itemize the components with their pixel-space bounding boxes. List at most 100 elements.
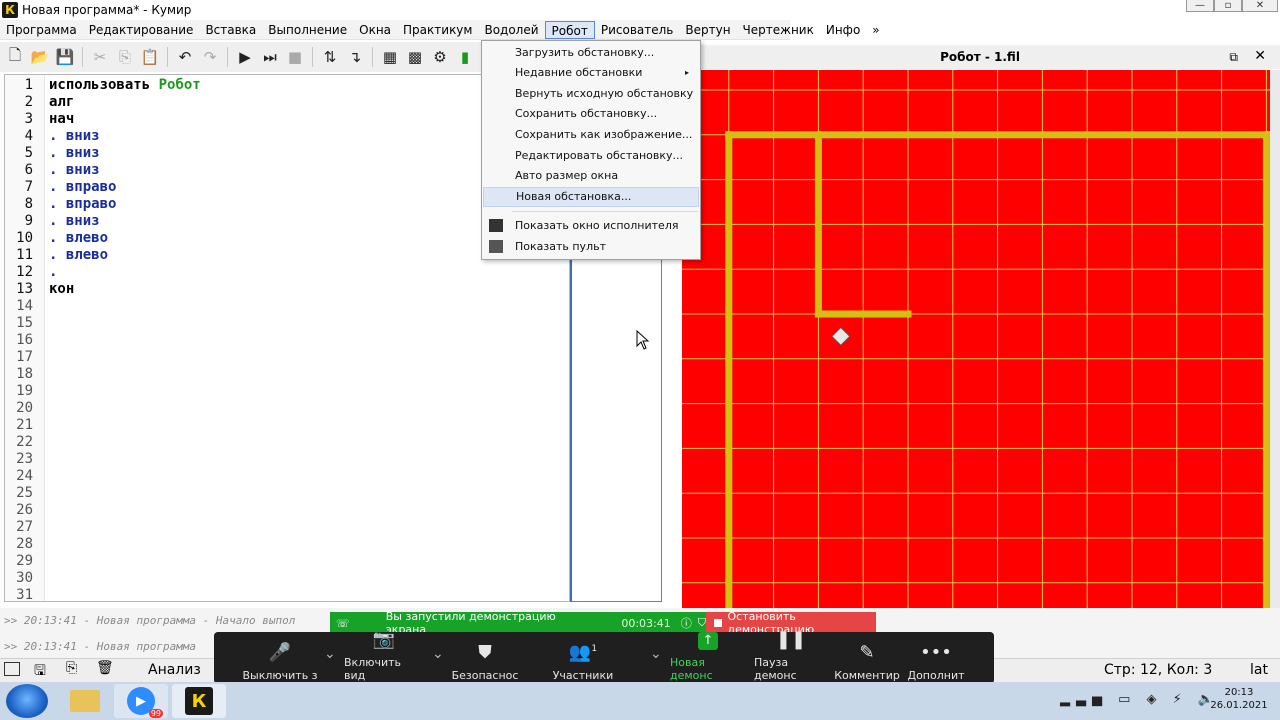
run-step-icon[interactable]: ⏭ [259, 46, 281, 68]
menu-edit[interactable]: Редактирование [83, 21, 200, 39]
run-icon[interactable]: ▶ [234, 46, 256, 68]
menu-save-image[interactable]: Сохранить как изображение... [483, 125, 699, 145]
shield-icon: ⛊ [478, 642, 492, 663]
chevron-up-icon[interactable]: ⌄ [324, 646, 336, 662]
robot-field-area[interactable] [682, 70, 1270, 642]
maximize-button[interactable]: ▫ [1214, 0, 1242, 12]
participants-icon: 👥1 [568, 642, 598, 663]
menu-save-environment[interactable]: Сохранить обстановку... [483, 104, 699, 124]
green-tool-icon[interactable]: ▮ [454, 46, 476, 68]
step-into-icon[interactable]: ↴ [344, 46, 366, 68]
system-tray[interactable]: ▂▃▅ ▭ ◈ ⚡ 🔈 [1060, 692, 1220, 707]
menu-windows[interactable]: Окна [353, 21, 397, 39]
grid-icon[interactable]: ▩ [404, 46, 426, 68]
new-file-icon[interactable]: 🗋 [4, 46, 26, 68]
annotate-button[interactable]: ✎ Комментир [834, 636, 900, 683]
menu-vodoley[interactable]: Водолей [478, 21, 544, 39]
line-number: 20 [16, 400, 33, 416]
menu-robot[interactable]: Робот [544, 20, 595, 39]
menu-edit-environment[interactable]: Редактировать обстановку... [483, 146, 699, 166]
line-number: 10 [16, 230, 33, 246]
menu-load-environment[interactable]: Загрузить обстановку... [483, 43, 699, 63]
participants-count: 1 [591, 644, 598, 654]
taskbar-zoom[interactable]: ▶ 99 [114, 684, 168, 718]
menu-recent-label: Недавние обстановки [515, 66, 643, 79]
close-icon[interactable]: ✕ [1254, 48, 1266, 64]
taskbar-explorer[interactable] [58, 684, 112, 718]
redo-icon[interactable]: ↷ [199, 46, 221, 68]
menu-restore-environment[interactable]: Вернуть исходную обстановку [483, 84, 699, 104]
menu-vertun[interactable]: Вертун [679, 21, 736, 39]
pause-share-label: Пауза демонс [754, 656, 797, 682]
menu-new-environment[interactable]: Новая обстановка... [483, 187, 699, 207]
mute-button[interactable]: 🎤 Выключить з [242, 636, 318, 683]
new-share-button[interactable]: ↑ Новая демонс [670, 632, 746, 682]
copy-icon[interactable]: ⎘ [114, 46, 136, 68]
copy-log-icon[interactable]: ⎘ [66, 660, 77, 676]
open-folder-icon[interactable]: 📂 [29, 46, 51, 68]
taskbar-kumir[interactable]: К [172, 684, 226, 718]
menu-show-remote[interactable]: Показать пульт [483, 237, 699, 257]
line-number: 18 [16, 366, 33, 382]
cut-icon[interactable]: ✂ [89, 46, 111, 68]
stop-icon[interactable]: ■ [284, 46, 306, 68]
close-button[interactable]: ✕ [1242, 0, 1278, 12]
menu-chertezhnik[interactable]: Чертежник [737, 21, 820, 39]
video-button[interactable]: 📷 Включить вид [344, 630, 424, 683]
undo-icon[interactable]: ↶ [174, 46, 196, 68]
menu-info[interactable]: Инфо [820, 21, 866, 39]
kumir-app-icon: К [2, 2, 18, 18]
step-over-icon[interactable]: ⇅ [319, 46, 341, 68]
security-label: Безопаснос [451, 669, 519, 682]
line-number: 7 [24, 179, 33, 195]
menu-show-remote-label: Показать пульт [515, 240, 606, 253]
participants-button[interactable]: 👥1 Участники [548, 636, 618, 683]
security-button[interactable]: ⛊ Безопаснос [450, 636, 520, 683]
menu-show-executor[interactable]: Показать окно исполнителя [483, 216, 699, 236]
keyboard-layout: lat [1250, 662, 1268, 678]
clock-time: 20:13 [1224, 687, 1254, 698]
menu-run[interactable]: Выполнение [262, 21, 353, 39]
code-line: . влево [49, 247, 109, 263]
start-button[interactable] [6, 684, 48, 718]
stop-icon [714, 619, 722, 627]
robot-tool-icon[interactable]: ⚙ [429, 46, 451, 68]
code-line: . влево [49, 230, 109, 246]
save-log-icon[interactable]: 🖫 [34, 660, 46, 684]
chevron-up-icon[interactable]: ⌄ [432, 646, 444, 662]
toolbar-separator [227, 47, 228, 67]
save-icon[interactable]: 💾 [54, 46, 76, 68]
clear-log-icon[interactable]: 🗑 [96, 660, 114, 676]
pause-share-button[interactable]: ❚❚ Пауза демонс [754, 630, 828, 683]
menu-separator [512, 211, 698, 212]
new-share-label: Новая демонс [670, 656, 713, 682]
minimize-button[interactable]: — [1186, 0, 1214, 12]
kumir-icon: К [185, 687, 213, 715]
line-number: 24 [16, 468, 33, 484]
menu-risovatel[interactable]: Рисователь [595, 21, 680, 39]
chevron-up-icon[interactable]: ⌄ [650, 646, 662, 662]
analysis-status: Анализ [148, 662, 201, 678]
paste-icon[interactable]: 📋 [139, 46, 161, 68]
submenu-arrow-icon: ▸ [684, 68, 689, 77]
info-icon: ⓘ [680, 617, 692, 630]
menu-recent-environments[interactable]: Недавние обстановки ▸ [483, 63, 699, 83]
menu-auto-size[interactable]: Авто размер окна [483, 166, 699, 186]
vertical-scrollbar[interactable] [1270, 70, 1280, 642]
line-number: 26 [16, 502, 33, 518]
taskbar-clock[interactable]: 20:13 26.01.2021 [1204, 686, 1274, 712]
undock-icon[interactable]: ⧉ [1229, 50, 1238, 65]
line-number: 19 [16, 383, 33, 399]
numbers-icon[interactable]: ▦ [379, 46, 401, 68]
more-button[interactable]: ••• Дополнит [907, 636, 964, 683]
window-title: Новая программа* - Кумир [22, 3, 192, 17]
menu-program[interactable]: Программа [0, 21, 83, 39]
code-line: . вниз [49, 213, 100, 229]
console-icon[interactable] [4, 662, 20, 676]
menu-more[interactable]: » [866, 21, 885, 39]
menu-insert[interactable]: Вставка [199, 21, 262, 39]
code-line: . вниз [49, 128, 100, 144]
menu-practicum[interactable]: Практикум [397, 21, 478, 39]
code-line: использовать Робот [49, 77, 201, 94]
microphone-icon: 🎤 [268, 642, 292, 663]
